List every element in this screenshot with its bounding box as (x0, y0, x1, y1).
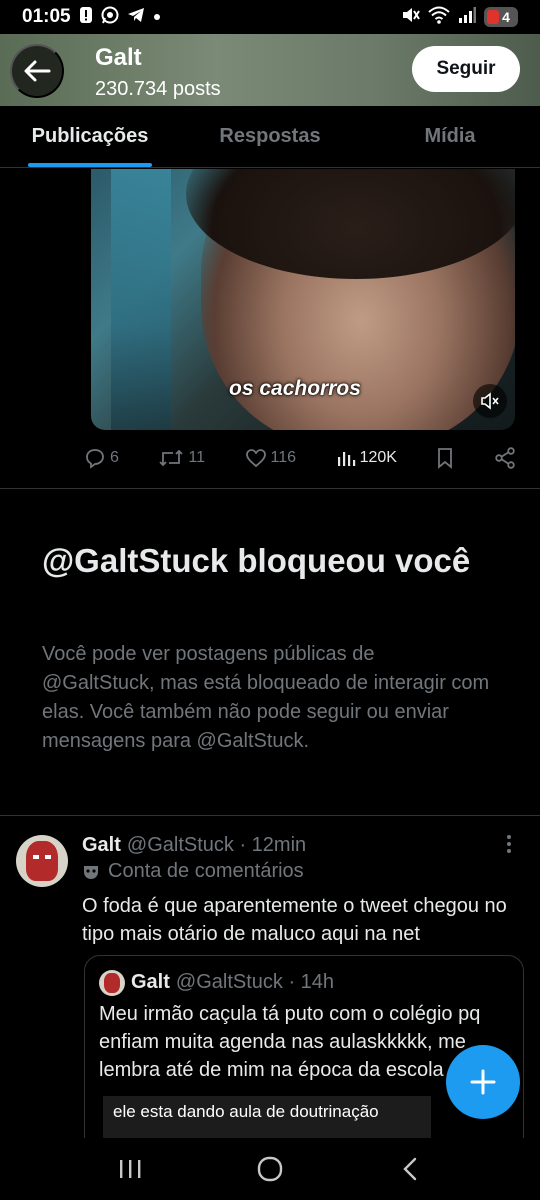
divider (0, 488, 540, 489)
mute-button[interactable] (473, 384, 507, 418)
heart-icon (245, 449, 266, 468)
alert-icon (79, 6, 93, 29)
tweet-header: Galt @GaltStuck · 12min (82, 832, 502, 858)
quoted-author-handle: @GaltStuck · 14h (175, 971, 335, 993)
wifi-icon (428, 6, 450, 29)
author-handle: @GaltStuck · 12min (126, 834, 307, 856)
reply-count: 6 (110, 449, 119, 466)
tab-label: Mídia (424, 125, 476, 147)
tweet-text: O foda é que aparentemente o tweet chego… (82, 895, 507, 945)
profile-name: Galt (95, 44, 142, 71)
quoted-image: ele esta dando aula de doutrinação (103, 1096, 431, 1140)
back-nav-button[interactable] (380, 1144, 440, 1194)
signal-icon (458, 6, 476, 28)
bookmark-button[interactable] (436, 447, 454, 469)
quoted-header: Galt @GaltStuck · 14h (131, 968, 334, 996)
blocked-description: Você pode ver postagens públicas de @Gal… (42, 643, 490, 752)
author-name[interactable]: Galt (82, 832, 121, 858)
account-label-text: Conta de comentários (108, 860, 304, 882)
home-circle-icon (257, 1156, 283, 1182)
profile-header: Galt 230.734 posts Seguir (0, 34, 540, 106)
battery-level: 4 (502, 9, 510, 25)
bookmark-icon (438, 448, 453, 469)
recent-apps-icon (120, 1160, 141, 1178)
home-button[interactable] (240, 1144, 300, 1194)
whatsapp-icon (101, 6, 119, 29)
battery-indicator: 4 (484, 7, 518, 27)
avatar[interactable] (16, 835, 68, 887)
back-button[interactable] (10, 44, 64, 98)
post-video[interactable]: os cachorros (91, 169, 515, 430)
quoted-avatar (99, 970, 125, 996)
tab-midia[interactable]: Mídia (360, 106, 540, 167)
chevron-left-icon (403, 1157, 417, 1181)
arrow-left-icon (24, 60, 51, 82)
post-actions: 6 11 116 120K (84, 440, 516, 476)
profile-tabs: Publicações Respostas Mídia (0, 106, 540, 168)
mask-icon (84, 865, 98, 879)
reply-icon (86, 449, 104, 469)
post-count: 230.734 posts (95, 78, 221, 100)
plus-icon (470, 1069, 496, 1095)
repost-icon (159, 449, 184, 467)
follow-button[interactable]: Seguir (412, 46, 520, 92)
tab-respostas[interactable]: Respostas (180, 106, 360, 167)
quoted-image-text: ele esta dando aula de doutrinação (113, 1102, 379, 1121)
tab-label: Publicações (31, 125, 149, 147)
tab-label: Respostas (219, 125, 321, 147)
repost-count: 11 (188, 449, 206, 466)
compose-button[interactable] (446, 1045, 520, 1119)
account-label: Conta de comentários (82, 860, 304, 883)
more-vertical-icon (507, 835, 511, 853)
like-button[interactable]: 116 (245, 448, 297, 468)
divider (0, 815, 540, 816)
blocked-title: @GaltStuck bloqueou você (42, 542, 471, 579)
share-button[interactable] (494, 447, 516, 469)
views-count: 120K (359, 449, 397, 466)
mute-vibrate-icon (400, 6, 420, 29)
active-tab-indicator (28, 163, 152, 167)
dot-icon (153, 8, 161, 26)
recent-apps-button[interactable] (100, 1144, 160, 1194)
telegram-icon (127, 7, 145, 28)
status-bar: 01:05 4 (0, 0, 540, 34)
more-options-button[interactable] (506, 834, 512, 858)
system-navigation-bar (0, 1138, 540, 1200)
like-count: 116 (270, 449, 297, 466)
tab-publicacoes[interactable]: Publicações (0, 106, 180, 167)
views-button[interactable]: 120K (336, 448, 397, 468)
views-chart-icon (337, 452, 355, 466)
video-caption: os cachorros (229, 377, 361, 400)
repost-button[interactable]: 11 (158, 448, 205, 468)
reply-button[interactable]: 6 (84, 447, 119, 469)
status-time: 01:05 (22, 6, 71, 27)
share-icon (495, 447, 515, 469)
muted-speaker-icon (481, 392, 499, 410)
quoted-author-name: Galt (131, 971, 170, 993)
